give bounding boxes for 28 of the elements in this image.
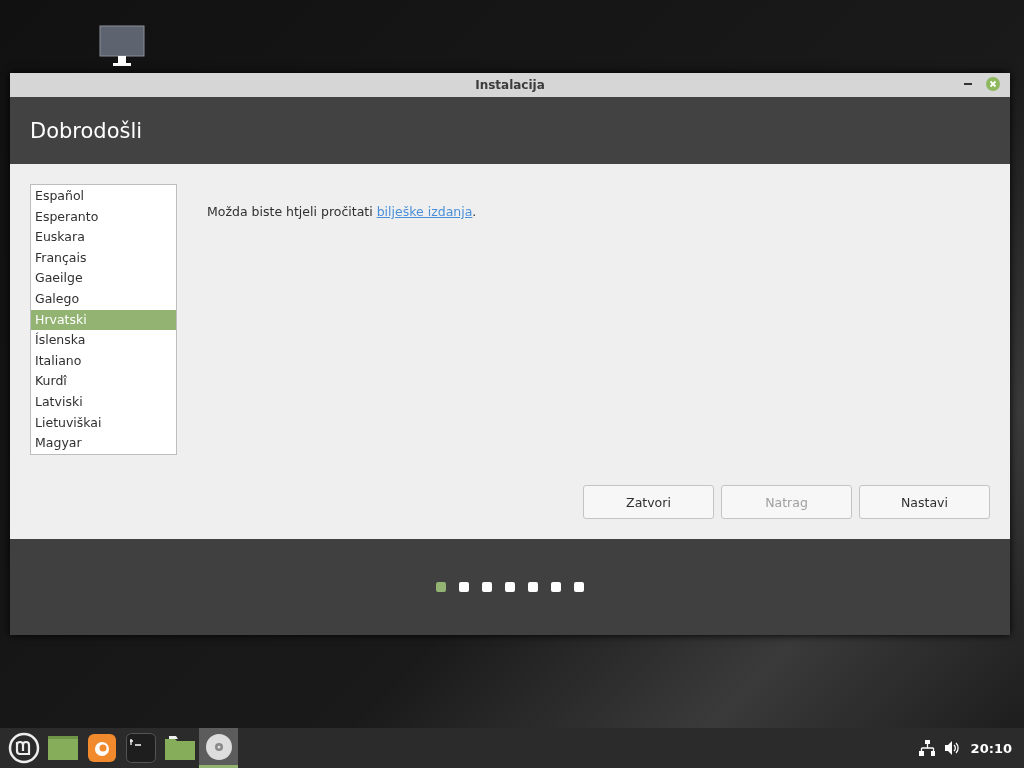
language-item[interactable]: Español <box>31 186 176 207</box>
language-item[interactable]: Latviski <box>31 391 176 413</box>
language-item[interactable]: Italiano <box>31 350 176 372</box>
language-item[interactable]: Íslenska <box>31 330 176 351</box>
language-item[interactable]: Gaeilge <box>31 268 176 289</box>
language-item[interactable]: Français <box>31 247 176 269</box>
language-item[interactable]: Kurdî <box>31 371 176 392</box>
language-item[interactable]: Esperanto <box>31 206 176 228</box>
window-title: Instalacija <box>475 78 545 92</box>
release-notes-text: Možda biste htjeli pročitati bilješke izdanja. <box>207 204 477 220</box>
page-title: Dobrodošli <box>30 118 143 143</box>
window-icon[interactable] <box>47 736 78 760</box>
clock[interactable]: 20:10 <box>970 740 1012 756</box>
menu-icon[interactable] <box>7 732 40 764</box>
minimize-icon[interactable] <box>964 82 972 86</box>
monitor-icon[interactable] <box>99 25 145 69</box>
terminal-icon[interactable] <box>125 733 156 763</box>
language-item[interactable]: Euskara <box>31 227 176 248</box>
network-icon[interactable] <box>918 740 935 756</box>
language-item[interactable]: Magyar <box>31 433 176 454</box>
dialog-button[interactable]: Nastavi <box>859 485 990 519</box>
disc-icon[interactable] <box>204 732 233 761</box>
language-item[interactable]: Galego <box>31 288 176 310</box>
folder-icon[interactable] <box>164 736 195 760</box>
dialog-button[interactable]: Zatvori <box>583 485 714 519</box>
fox-app-icon[interactable] <box>87 734 116 762</box>
language-item[interactable]: Lietuviškai <box>31 412 176 434</box>
volume-icon[interactable] <box>944 741 961 755</box>
